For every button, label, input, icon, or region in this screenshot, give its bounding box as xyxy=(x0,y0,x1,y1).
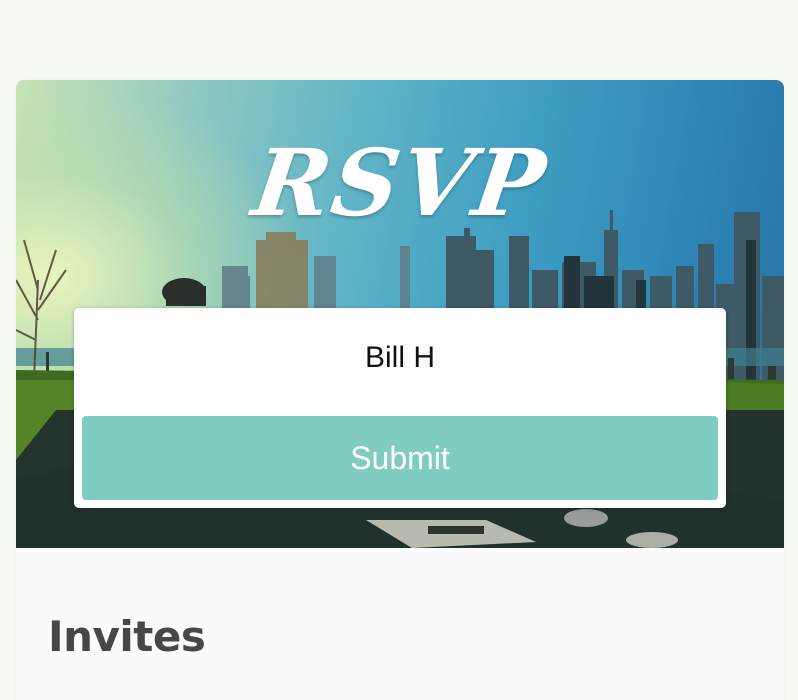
invites-heading: Invites xyxy=(48,612,206,661)
rsvp-title: RSVP xyxy=(246,129,554,237)
rsvp-form: Submit xyxy=(74,308,726,508)
rsvp-card: RSVP Submit Invites xyxy=(16,80,784,700)
submit-button[interactable]: Submit xyxy=(82,416,718,500)
hero-banner: RSVP Submit xyxy=(16,80,784,548)
name-input[interactable] xyxy=(82,316,718,400)
